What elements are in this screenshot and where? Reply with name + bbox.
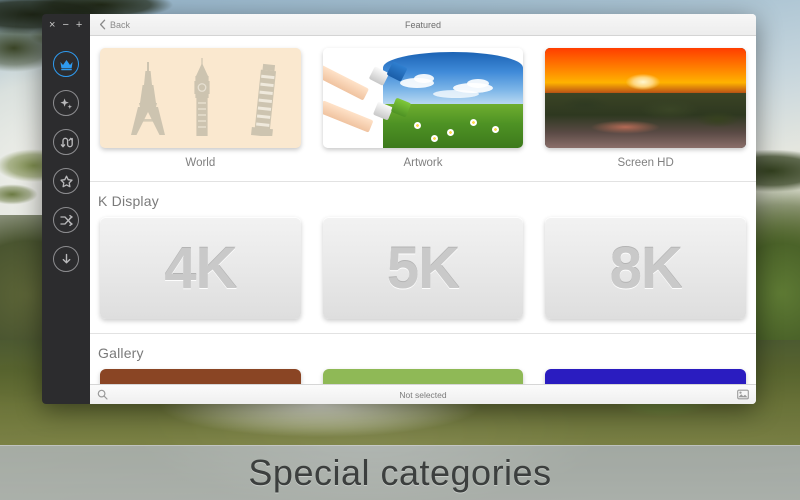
gallery-card-2-surface xyxy=(322,369,524,384)
sidebar-item-downloads[interactable] xyxy=(53,246,79,272)
caption-bar: Special categories xyxy=(0,445,800,500)
sidebar-item-new[interactable] xyxy=(53,90,79,116)
title-bar: Back Featured xyxy=(90,14,756,36)
screen-hd-thumbnail xyxy=(545,48,747,148)
gallery-card-3[interactable] xyxy=(545,369,747,384)
section-heading-gallery: Gallery xyxy=(98,345,144,361)
gallery-card-row xyxy=(90,369,756,384)
4k-card-surface: 4K xyxy=(100,217,301,319)
shuffle-icon xyxy=(59,213,74,228)
resolution-label-8k: 8K xyxy=(609,235,683,301)
category-label-artwork: Artwork xyxy=(403,157,443,169)
resolution-label-4k: 4K xyxy=(164,235,237,301)
app-window: × − + Back Featured World Artwork Screen… xyxy=(42,14,756,404)
minimize-button[interactable]: − xyxy=(62,19,68,31)
download-arrow-icon xyxy=(59,252,74,267)
category-label-screen-hd: Screen HD xyxy=(617,157,674,169)
content-pane: Back Featured World Artwork Screen HD K … xyxy=(90,14,756,404)
gallery-card-1-surface xyxy=(100,369,301,384)
resolution-card-5k[interactable]: 5K xyxy=(322,217,524,319)
sidebar-item-shuffle-loop[interactable] xyxy=(53,129,79,155)
k-display-card-row: 4K 5K 8K xyxy=(90,217,756,319)
category-card-world[interactable]: World xyxy=(100,48,301,169)
section-heading-k-display: K Display xyxy=(98,193,159,209)
star-outline-icon xyxy=(59,174,74,189)
window-title: Featured xyxy=(404,19,442,30)
sidebar-item-featured[interactable] xyxy=(53,51,79,77)
sidebar-nav xyxy=(53,51,79,272)
resolution-card-8k[interactable]: 8K xyxy=(545,217,747,319)
category-card-screen-hd[interactable]: Screen HD xyxy=(545,48,747,169)
sidebar: × − + xyxy=(42,14,90,404)
window-controls: × − + xyxy=(42,14,90,36)
scroll-area[interactable]: World Artwork Screen HD K Display 4K 5K … xyxy=(90,36,756,384)
category-card-artwork[interactable]: Artwork xyxy=(322,48,524,169)
section-gallery: Gallery xyxy=(90,334,756,384)
8k-card-surface: 8K xyxy=(545,217,747,319)
loop-arrow-icon xyxy=(59,135,74,150)
gallery-card-1[interactable] xyxy=(100,369,301,384)
back-button-label: Back xyxy=(110,19,131,30)
category-label-world: World xyxy=(185,157,216,169)
status-text: Not selected xyxy=(399,389,447,400)
leaning-tower-pisa-icon xyxy=(251,63,277,136)
chevron-left-icon xyxy=(99,19,106,30)
rocky-shore xyxy=(545,93,747,148)
sidebar-item-random[interactable] xyxy=(53,207,79,233)
featured-card-row: World Artwork Screen HD xyxy=(90,36,756,169)
zoom-button[interactable]: + xyxy=(76,19,82,31)
sidebar-item-favorites[interactable] xyxy=(53,168,79,194)
section-k-display: K Display 4K 5K 8K xyxy=(90,182,756,319)
world-thumbnail xyxy=(100,48,301,148)
caption-text: Special categories xyxy=(248,452,552,493)
close-button[interactable]: × xyxy=(49,19,55,31)
eiffel-tower-icon xyxy=(131,62,166,135)
sun-glow xyxy=(625,74,660,90)
gallery-card-2[interactable] xyxy=(322,369,524,384)
big-ben-icon xyxy=(194,58,210,136)
crown-icon xyxy=(59,58,74,71)
sparkle-icon xyxy=(59,96,74,111)
resolution-card-4k[interactable]: 4K xyxy=(100,217,301,319)
desktop-wallpaper: × − + Back Featured World Artwork Screen… xyxy=(0,0,800,500)
status-bar: Not selected xyxy=(90,384,756,404)
gallery-card-3-surface xyxy=(545,369,747,384)
5k-card-surface: 5K xyxy=(322,217,524,319)
back-button[interactable]: Back xyxy=(99,19,130,30)
artwork-thumbnail xyxy=(322,48,524,148)
section-featured: World Artwork Screen HD xyxy=(90,36,756,169)
resolution-label-5k: 5K xyxy=(386,235,460,301)
